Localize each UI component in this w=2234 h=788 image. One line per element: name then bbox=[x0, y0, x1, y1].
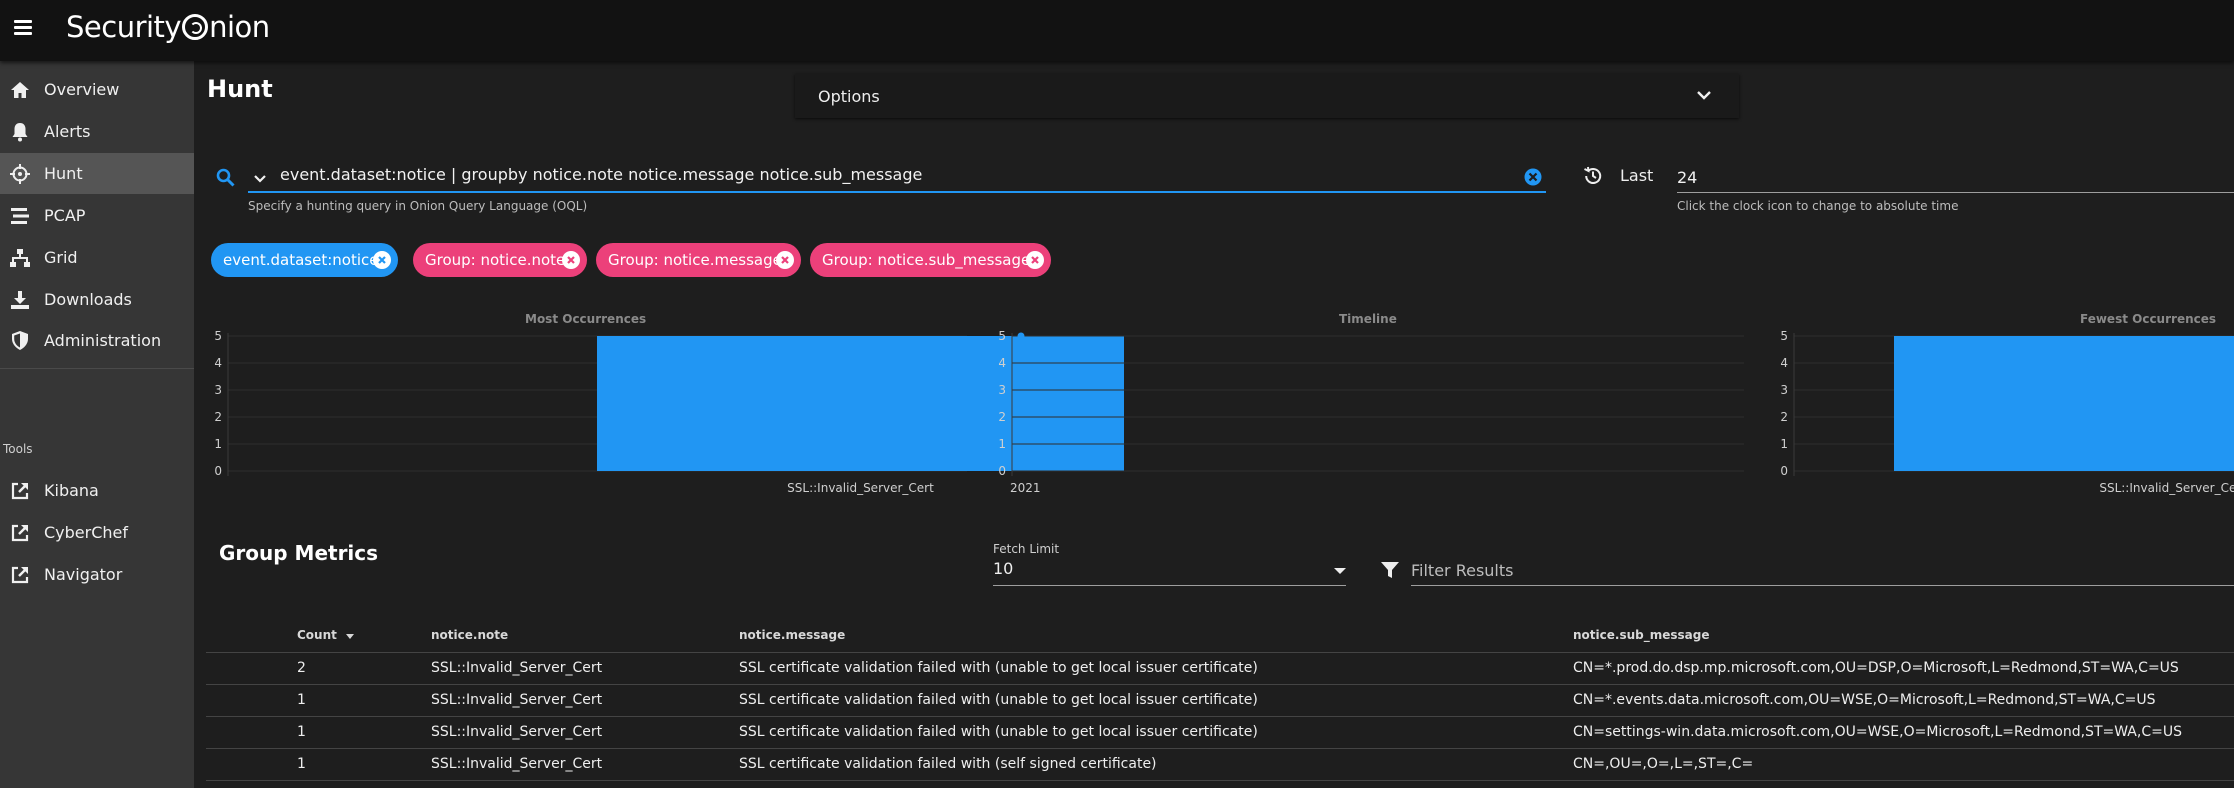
message-cell: SSL certificate validation failed with (… bbox=[739, 724, 1258, 740]
y-tick-label: 2 bbox=[998, 410, 1006, 424]
fetch-limit-label: Fetch Limit bbox=[993, 542, 1060, 556]
sidebar-item-label: PCAP bbox=[44, 206, 86, 225]
filter-results-input[interactable] bbox=[1411, 558, 2211, 582]
sidebar-item-label: CyberChef bbox=[44, 523, 129, 542]
shield-icon bbox=[10, 331, 30, 351]
sort-arrow-down-icon bbox=[346, 634, 355, 639]
stream-icon bbox=[10, 206, 30, 226]
fetch-limit-select[interactable]: 10 bbox=[993, 559, 1013, 578]
message-cell: SSL certificate validation failed with (… bbox=[739, 660, 1258, 676]
y-tick-label: 5 bbox=[1780, 329, 1788, 343]
column-header-count[interactable]: Count bbox=[297, 628, 355, 642]
table-row-divider bbox=[206, 716, 2234, 717]
download-icon bbox=[10, 290, 30, 310]
external-link-icon bbox=[10, 481, 30, 501]
y-tick-label: 5 bbox=[214, 329, 222, 343]
sidebar: Overview Alerts Hunt PCAP Grid Downloads bbox=[0, 61, 194, 788]
sub-message-cell: CN=*.prod.do.dsp.mp.microsoft.com,OU=DSP… bbox=[1573, 660, 2179, 676]
sidebar-item-label: Kibana bbox=[44, 481, 99, 500]
sidebar-item-cyberchef[interactable]: CyberChef bbox=[0, 512, 194, 553]
x-tick-label: SSL::Invalid_Server_Cert bbox=[787, 481, 934, 495]
column-header-sub-message[interactable]: notice.sub_message bbox=[1573, 628, 1709, 642]
count-cell: 1 bbox=[297, 724, 306, 740]
y-tick-label: 4 bbox=[998, 356, 1006, 370]
y-tick-label: 0 bbox=[998, 464, 1006, 478]
table-header-divider bbox=[206, 652, 2234, 653]
sidebar-item-navigator[interactable]: Navigator bbox=[0, 554, 194, 595]
y-tick-label: 4 bbox=[1780, 356, 1788, 370]
table-row-divider bbox=[206, 780, 2234, 781]
tools-section-label: Tools bbox=[3, 442, 33, 456]
note-cell: SSL::Invalid_Server_Cert bbox=[431, 756, 603, 772]
home-icon bbox=[10, 80, 30, 100]
sub-message-cell: CN=settings-win.data.microsoft.com,OU=WS… bbox=[1573, 724, 2182, 740]
sidebar-item-overview[interactable]: Overview bbox=[0, 69, 194, 110]
count-cell: 1 bbox=[297, 756, 306, 772]
fetch-limit-underline bbox=[993, 585, 1346, 586]
fetch-limit-dropdown-icon[interactable] bbox=[1334, 568, 1346, 574]
sidebar-item-kibana[interactable]: Kibana bbox=[0, 470, 194, 511]
group-metrics-title: Group Metrics bbox=[219, 541, 379, 565]
message-cell: SSL certificate validation failed with (… bbox=[739, 692, 1258, 708]
sidebar-item-label: Navigator bbox=[44, 565, 123, 584]
y-tick-label: 1 bbox=[214, 437, 222, 451]
y-tick-label: 0 bbox=[1780, 464, 1788, 478]
count-cell: 1 bbox=[297, 692, 306, 708]
y-tick-label: 2 bbox=[1780, 410, 1788, 424]
top-app-bar: Security nion bbox=[0, 0, 2234, 61]
sidebar-item-downloads[interactable]: Downloads bbox=[0, 279, 194, 320]
sub-message-cell: CN=,OU=,O=,L=,ST=,C= bbox=[1573, 756, 1754, 772]
table-row-divider bbox=[206, 684, 2234, 685]
sidebar-item-administration[interactable]: Administration bbox=[0, 320, 194, 361]
note-cell: SSL::Invalid_Server_Cert bbox=[431, 724, 603, 740]
bell-icon bbox=[10, 122, 30, 142]
note-cell: SSL::Invalid_Server_Cert bbox=[431, 660, 603, 676]
sidebar-item-label: Hunt bbox=[44, 164, 83, 183]
app-logo: Security nion bbox=[66, 10, 270, 44]
sidebar-item-label: Administration bbox=[44, 331, 162, 350]
note-cell: SSL::Invalid_Server_Cert bbox=[431, 692, 603, 708]
external-link-icon bbox=[10, 565, 30, 585]
sidebar-item-label: Downloads bbox=[44, 290, 132, 309]
network-icon bbox=[10, 248, 30, 268]
sidebar-item-grid[interactable]: Grid bbox=[0, 237, 194, 278]
charts-area: 0 1 2 3 4 5SSL::Invalid_Server_Cert 0 1 2 3 4 52021… bbox=[214, 329, 2234, 495]
crosshairs-icon bbox=[10, 163, 30, 184]
sidebar-item-alerts[interactable]: Alerts bbox=[0, 111, 194, 152]
main-content: Hunt Options Specify a hunting query in … bbox=[194, 61, 2234, 788]
hamburger-menu-icon[interactable] bbox=[14, 20, 32, 36]
sidebar-item-pcap[interactable]: PCAP bbox=[0, 195, 194, 236]
y-tick-label: 1 bbox=[1780, 437, 1788, 451]
message-cell: SSL certificate validation failed with (… bbox=[739, 756, 1157, 772]
y-tick-label: 3 bbox=[1780, 383, 1788, 397]
y-tick-label: 3 bbox=[214, 383, 222, 397]
column-header-message[interactable]: notice.message bbox=[739, 628, 845, 642]
filter-input-underline bbox=[1411, 585, 2234, 586]
sidebar-item-label: Grid bbox=[44, 248, 78, 267]
sidebar-divider bbox=[0, 368, 194, 369]
sidebar-item-label: Alerts bbox=[44, 122, 91, 141]
sidebar-item-hunt[interactable]: Hunt bbox=[0, 153, 194, 194]
y-tick-label: 4 bbox=[214, 356, 222, 370]
data-point bbox=[1017, 332, 1025, 340]
x-tick-label: SSL::Invalid_Server_Cert bbox=[2099, 481, 2234, 495]
filter-icon bbox=[1381, 561, 1399, 583]
bar bbox=[1894, 336, 2234, 471]
sub-message-cell: CN=*.events.data.microsoft.com,OU=WSE,O=… bbox=[1573, 692, 2156, 708]
y-tick-label: 2 bbox=[214, 410, 222, 424]
table-row-divider bbox=[206, 748, 2234, 749]
y-tick-label: 0 bbox=[214, 464, 222, 478]
y-tick-label: 1 bbox=[998, 437, 1006, 451]
bar bbox=[597, 336, 1124, 471]
count-cell: 2 bbox=[297, 660, 306, 676]
column-header-note[interactable]: notice.note bbox=[431, 628, 508, 642]
y-tick-label: 5 bbox=[998, 329, 1006, 343]
x-tick-label: 2021 bbox=[1010, 481, 1041, 495]
sidebar-item-label: Overview bbox=[44, 80, 120, 99]
y-tick-label: 3 bbox=[998, 383, 1006, 397]
external-link-icon bbox=[10, 523, 30, 543]
